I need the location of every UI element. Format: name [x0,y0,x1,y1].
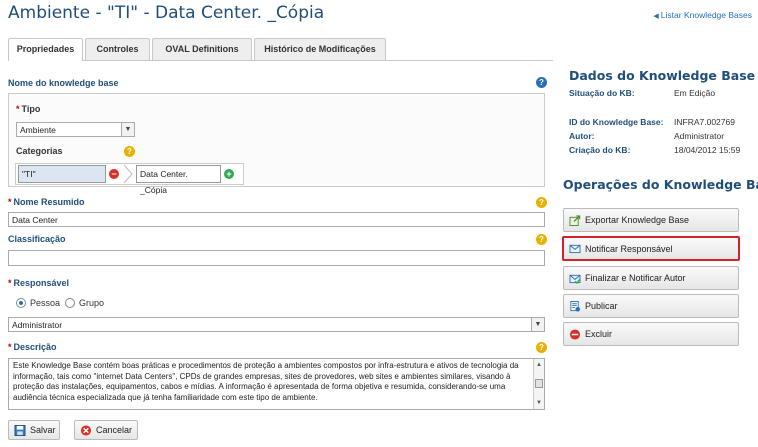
page-title: Ambiente - "TI" - Data Center. _Cópia [8,3,325,23]
tab-propriedades[interactable]: Propriedades [8,38,83,61]
descricao-textarea[interactable]: Este Knowledge Base contém boas práticas… [8,358,545,410]
delete-icon [569,328,581,340]
responsavel-select[interactable]: Administrator ▼ [8,317,545,332]
tipo-select[interactable]: Ambiente ▼ [16,122,135,137]
help-icon[interactable]: ? [536,77,547,88]
publish-button[interactable]: Publicar [563,294,739,318]
notify-label: Notificar Responsável [585,243,673,254]
scroll-down-icon[interactable]: ▼ [534,398,544,408]
situacao-value: Em Edição [674,88,716,98]
radio-pessoa-label: Pessoa [30,298,61,308]
autor-value: Administrator [674,131,725,141]
triangle-left-icon: ◀ [653,13,659,20]
chevron-right-icon [123,164,133,184]
publish-label: Publicar [585,301,618,311]
envelope-icon [569,244,581,254]
help-icon[interactable]: ? [536,342,547,353]
categorias-label: Categorias [16,146,63,156]
classificacao-label: Classificação [8,234,66,244]
responsavel-label: * Responsável [8,278,70,288]
add-icon[interactable]: + [224,169,234,179]
list-kb-link-label: Listar Knowledge Bases [660,10,752,20]
delete-label: Excluir [585,329,613,339]
radio-grupo-label: Grupo [79,298,105,308]
tab-oval-definitions[interactable]: OVAL Definitions [152,38,252,60]
delete-button[interactable]: Excluir [563,322,739,346]
tab-controles[interactable]: Controles [85,38,150,60]
tab-divider [8,60,553,61]
name-section-label: Nome do knowledge base [8,78,119,88]
publish-icon [570,300,581,312]
responsavel-select-value: Administrator [12,320,63,330]
situacao-key: Situação do KB: [569,88,635,98]
export-kb-button[interactable]: Exportar Knowledge Base [563,208,739,232]
id-key: ID do Knowledge Base: [569,117,664,127]
scroll-thumb[interactable] [535,379,543,388]
finalize-notify-button[interactable]: Finalizar e Notificar Autor [563,266,739,290]
operations-title: Operações do Knowledge Base [563,177,758,192]
cancel-button[interactable]: Cancelar [74,420,138,440]
autor-key: Autor: [569,131,595,141]
classificacao-input[interactable] [8,250,545,266]
remove-icon[interactable]: − [109,169,119,179]
save-label: Salvar [30,425,56,435]
cancel-label: Cancelar [96,425,133,435]
help-icon[interactable]: ? [536,234,547,245]
criacao-value: 18/04/2012 15:59 [674,145,741,155]
nome-resumido-input[interactable]: Data Center [8,212,545,227]
tipo-label: * Tipo [16,104,41,114]
chevron-down-icon: ▼ [121,123,134,136]
cancel-icon [80,424,92,436]
tab-historico[interactable]: Histórico de Modificações [254,38,386,60]
criacao-key: Criação do KB: [569,145,631,155]
chevron-down-icon: ▼ [531,318,544,331]
export-icon [569,214,581,226]
scroll-up-icon[interactable]: ▲ [534,360,544,370]
notify-responsible-button[interactable]: Notificar Responsável [562,236,740,261]
nome-resumido-label: * Nome Resumido [8,197,85,207]
scrollbar[interactable]: ▲ ▼ [533,359,544,409]
help-icon[interactable]: ? [536,197,547,208]
tipo-select-value: Ambiente [20,125,56,135]
envelope-check-icon [569,274,581,284]
descricao-label: * Descrição [8,342,57,352]
save-button[interactable]: Salvar [8,420,60,440]
radio-grupo[interactable] [65,298,75,308]
id-value: INFRA7.002769 [674,117,735,127]
export-label: Exportar Knowledge Base [585,215,690,225]
finalize-label: Finalizar e Notificar Autor [585,273,686,283]
category-chip[interactable]: "TI" [18,165,106,183]
category-chip[interactable]: Data Center. _Cópia [136,165,221,195]
tab-bar: Propriedades Controles OVAL Definitions … [8,38,386,61]
radio-pessoa[interactable] [16,298,26,308]
kb-data-title: Dados do Knowledge Base [569,68,756,83]
floppy-icon [14,424,26,436]
help-icon[interactable]: ? [124,146,135,157]
list-kb-link[interactable]: ◀ Listar Knowledge Bases [653,10,752,20]
descricao-text: Este Knowledge Base contém boas práticas… [13,361,519,402]
